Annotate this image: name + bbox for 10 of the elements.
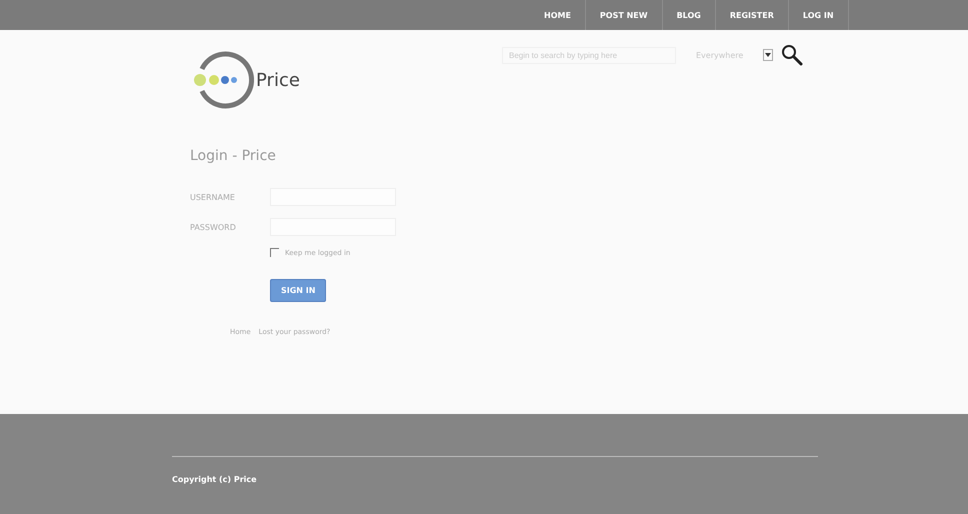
site-name: Price bbox=[256, 70, 300, 90]
field-label: PASSWORD bbox=[190, 222, 237, 232]
logo-icon bbox=[192, 49, 254, 111]
field-label: USERNAME bbox=[190, 192, 236, 202]
copyright-text: Copyright (c) Price bbox=[172, 475, 257, 484]
page-title: Login - Price bbox=[190, 148, 277, 164]
caret-icon[interactable] bbox=[763, 49, 774, 61]
checkbox[interactable] bbox=[270, 248, 279, 257]
sign-in-button[interactable]: SIGN IN bbox=[270, 279, 326, 302]
search-icon[interactable] bbox=[781, 44, 804, 66]
